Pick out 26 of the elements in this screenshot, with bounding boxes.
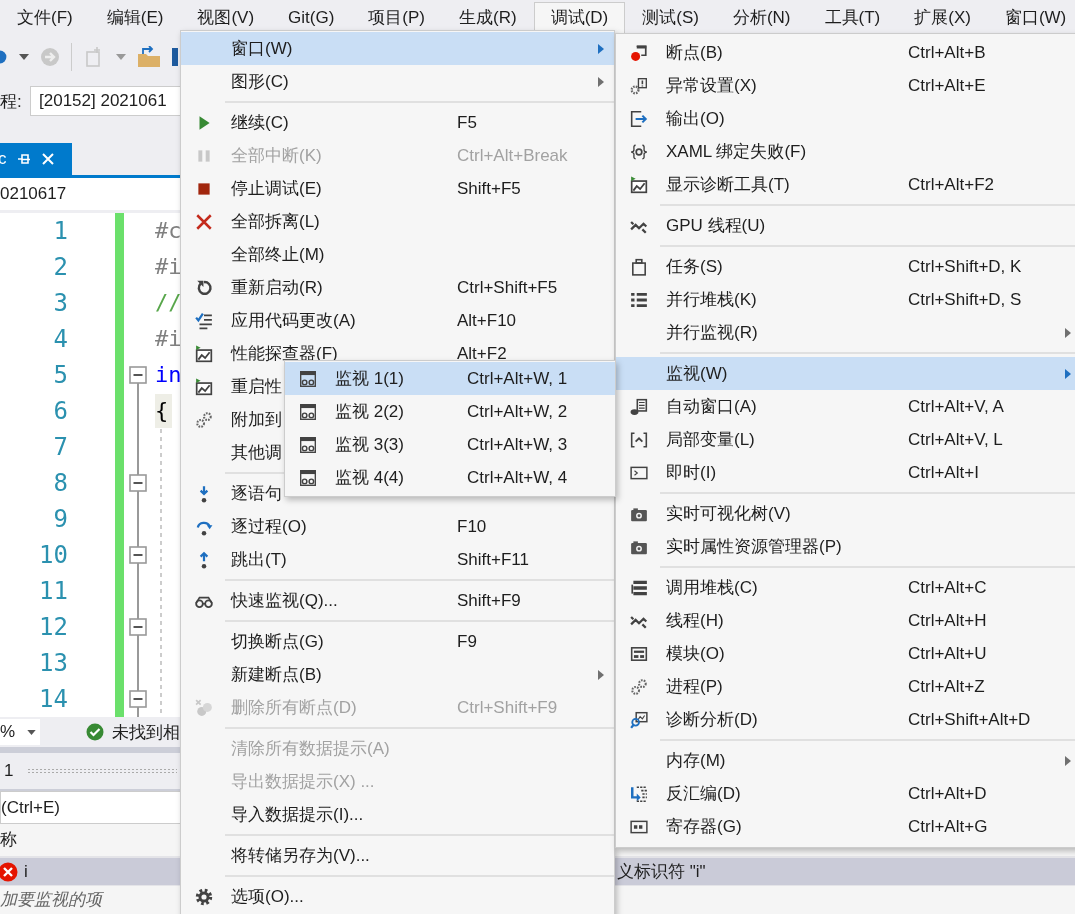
line-number: 1 bbox=[53, 217, 68, 245]
line-number: 6 bbox=[53, 397, 68, 425]
line-number: 8 bbox=[53, 469, 68, 497]
code-text: // bbox=[155, 289, 183, 317]
process-label: 程: bbox=[0, 90, 22, 113]
line-number: 10 bbox=[39, 541, 68, 569]
code-text: #c bbox=[155, 217, 183, 245]
path-text: 0210617 bbox=[0, 184, 67, 203]
variable-name: i bbox=[24, 861, 28, 882]
line-number: 9 bbox=[53, 505, 68, 533]
code-text: { bbox=[155, 394, 173, 428]
line-number: 13 bbox=[39, 649, 68, 677]
column-header: 称 bbox=[0, 830, 17, 849]
line-number: 7 bbox=[53, 433, 68, 461]
line-number: 4 bbox=[53, 325, 68, 353]
line-number: 3 bbox=[53, 289, 68, 317]
line-number: 11 bbox=[39, 577, 68, 605]
value-text: 义标识符 "i" bbox=[617, 861, 707, 883]
line-number: 14 bbox=[39, 685, 68, 713]
line-number: 2 bbox=[53, 253, 68, 281]
code-text: in bbox=[155, 361, 183, 389]
code-text: #i bbox=[155, 325, 183, 353]
status-message: 未找到相 bbox=[112, 721, 180, 744]
line-number: 5 bbox=[53, 361, 68, 389]
line-number: 12 bbox=[39, 613, 68, 641]
code-text: #i bbox=[155, 253, 183, 281]
